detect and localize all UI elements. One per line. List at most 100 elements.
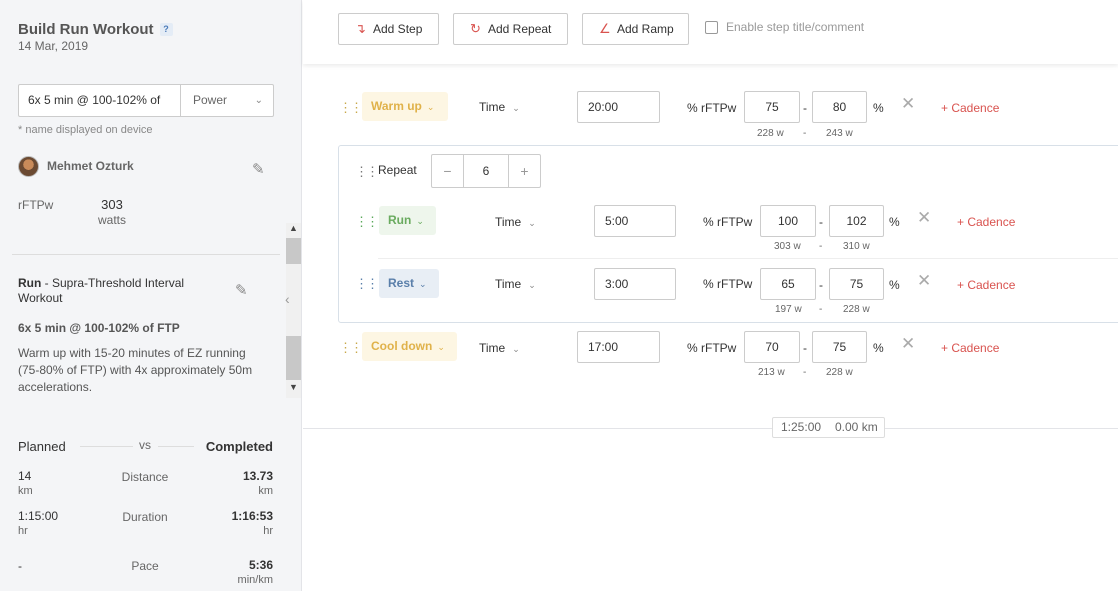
pace-label: Pace [131,559,159,573]
delete-step-close-icon[interactable]: ✕ [917,271,931,291]
ramp-icon: ∠ [599,21,611,36]
repeat-count-value[interactable]: 6 [464,155,508,187]
target-high-input[interactable]: 75 [829,268,884,300]
target-low-input[interactable]: 75 [744,91,800,123]
step-type-rest[interactable]: Rest ⌄ [379,269,439,298]
sidebar-divider [12,254,280,255]
completed-distance: 13.73 [242,469,273,483]
scrollbar-thumb-lower[interactable] [286,336,301,380]
drag-handle-icon[interactable]: ⋮⋮ [339,340,363,356]
chevron-down-icon: ⌄ [512,344,520,354]
workout-date: 14 Mar, 2019 [18,39,89,53]
minus-icon[interactable]: − [432,155,464,187]
chevron-down-icon: ⌄ [416,216,424,226]
high-watts: 243 w [826,128,853,139]
target-type-value: Power [193,93,228,107]
scroll-up-icon[interactable]: ▲ [286,223,301,237]
drag-handle-icon[interactable]: ⋮⋮ [355,164,379,180]
chevron-down-icon: ⌄ [426,102,435,112]
chevron-down-icon: ⌄ [528,218,536,228]
add-ramp-button[interactable]: ∠ Add Ramp [582,13,689,45]
duration-input[interactable]: 5:00 [594,205,676,237]
totals-divider [303,428,1118,429]
workout-totals: 1:25:00 0.00 km [772,417,885,438]
duration-input[interactable]: 3:00 [594,268,676,300]
duration-input[interactable]: 20:00 [577,91,660,123]
enable-title-label: Enable step title/comment [726,20,865,34]
repeat-count-stepper[interactable]: − 6 + [431,154,541,188]
total-time: 1:25:00 [781,420,822,434]
completed-distance-unit: km [258,485,273,497]
chevron-down-icon: ⌄ [419,279,427,289]
workout-name-input[interactable]: 6x 5 min @ 100-102% of [18,84,181,117]
range-dash: - [819,215,823,229]
delete-step-close-icon[interactable]: ✕ [901,334,915,354]
completed-duration: 1:16:53 [231,509,273,523]
range-dash: - [819,278,823,292]
add-cadence-link[interactable]: + Cadence [941,341,999,355]
low-watts: 228 w [757,128,784,139]
plus-icon[interactable]: + [508,155,540,187]
chevron-down-icon: ⌄ [254,95,263,106]
delete-step-close-icon[interactable]: ✕ [901,94,915,114]
distance-label: Distance [121,470,169,484]
add-cadence-link[interactable]: + Cadence [941,101,999,115]
duration-type-select[interactable]: Time ⌄ [495,215,536,229]
add-step-button[interactable]: ↴ Add Step [338,13,439,45]
watts-dash: - [819,241,823,252]
target-low-input[interactable]: 100 [760,205,816,237]
enable-title-checkbox[interactable] [705,21,718,34]
page-title: Build Run Workout? [18,21,173,38]
ftp-label: % rFTPw [703,215,753,229]
workout-description: Warm up with 15-20 minutes of EZ running… [18,346,253,394]
planned-duration: 1:15:00 [18,509,59,523]
duration-input[interactable]: 17:00 [577,331,660,363]
add-cadence-link[interactable]: + Cadence [957,215,1015,229]
drag-handle-icon[interactable]: ⋮⋮ [339,100,363,116]
drag-handle-icon[interactable]: ⋮⋮ [355,276,379,292]
chevron-down-icon: ⌄ [528,280,536,290]
target-low-input[interactable]: 70 [744,331,800,363]
planned-duration-unit: hr [18,525,28,537]
repeat-icon: ↻ [470,21,481,36]
add-cadence-link[interactable]: + Cadence [957,278,1015,292]
chevron-down-icon: ⌄ [437,342,445,352]
name-note: * name displayed on device [18,124,153,136]
drag-handle-icon[interactable]: ⋮⋮ [355,214,379,230]
planned-distance: 14 [18,469,32,483]
step-type-warmup[interactable]: Warm up ⌄ [362,92,448,121]
step-type-cooldown[interactable]: Cool down ⌄ [362,332,457,361]
add-repeat-button[interactable]: ↻ Add Repeat [453,13,568,45]
duration-type-select[interactable]: Time ⌄ [495,277,536,291]
total-distance: 0.00 km [835,420,878,434]
chevron-down-icon: ⌄ [512,103,520,113]
workout-title: Run - Supra-Threshold Interval Workout [18,276,185,305]
duration-type-select[interactable]: Time ⌄ [479,100,520,114]
target-high-input[interactable]: 102 [829,205,884,237]
rftp-value: 303 [101,197,123,212]
step-icon: ↴ [355,21,366,36]
planned-pace: - [18,559,22,573]
completed-pace: 5:36 [248,558,273,572]
duration-type-select[interactable]: Time ⌄ [479,341,520,355]
edit-workout-pencil-icon[interactable]: ✎ [235,281,248,299]
low-watts: 213 w [758,367,785,378]
scrollbar-thumb[interactable] [286,238,301,264]
edit-athlete-pencil-icon[interactable]: ✎ [252,160,265,178]
target-type-select[interactable]: Power ⌄ [180,84,274,117]
sidebar: Build Run Workout? 14 Mar, 2019 6x 5 min… [0,0,302,591]
workout-subtitle: 6x 5 min @ 100-102% of FTP [18,321,180,335]
collapse-sidebar-chevron-left-icon[interactable]: ‹ [285,291,290,307]
step-type-run[interactable]: Run ⌄ [379,206,436,235]
completed-duration-unit: hr [263,525,273,537]
athlete-name: Mehmet Ozturk [47,159,134,173]
target-high-input[interactable]: 80 [812,91,867,123]
high-watts: 228 w [843,304,870,315]
scroll-down-icon[interactable]: ▼ [286,382,301,396]
help-icon[interactable]: ? [159,23,173,36]
delete-step-close-icon[interactable]: ✕ [917,208,931,228]
ftp-label: % rFTPw [687,101,737,115]
target-high-input[interactable]: 75 [812,331,867,363]
target-low-input[interactable]: 65 [760,268,816,300]
high-watts: 310 w [843,241,870,252]
